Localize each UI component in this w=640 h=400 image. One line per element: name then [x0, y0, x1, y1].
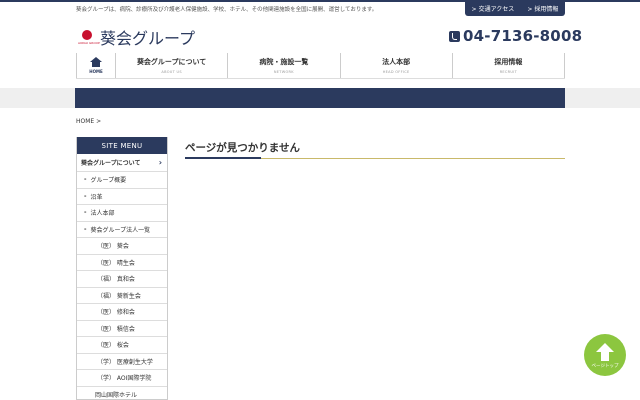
- gnav-about-en: ABOUT US: [161, 70, 182, 74]
- site-menu-item-label: 葵会グループ法人一覧: [90, 226, 151, 234]
- logo-text: 葵会グループ: [100, 29, 196, 48]
- site-menu-item-label: （学） 医療創生大学: [97, 358, 153, 366]
- site-menu-item-university[interactable]: （学） 医療創生大学: [77, 354, 167, 370]
- global-nav: HOME 葵会グループについて ABOUT US 病院・施設一覧 NETWORK…: [76, 53, 565, 79]
- site-logo[interactable]: AOIKAI GROUP 葵会グループ: [78, 25, 195, 49]
- logo-mark-icon: AOIKAI GROUP: [78, 28, 100, 46]
- site-menu-title: SITE MENU: [77, 137, 167, 154]
- chevron-right-icon: >: [471, 5, 477, 13]
- site-menu-item-corporations[interactable]: - 葵会グループ法人一覧: [77, 222, 167, 238]
- hero-band: [75, 88, 565, 108]
- site-menu-item-sakurakai[interactable]: （医） 桜会: [77, 337, 167, 354]
- gnav-head-office-en: HEAD OFFICE: [382, 70, 410, 74]
- dash-icon: -: [84, 209, 87, 217]
- page-top-label: ページトップ: [591, 364, 619, 369]
- gnav-home[interactable]: HOME: [76, 53, 116, 78]
- gnav-home-label: HOME: [89, 69, 103, 74]
- site-menu-item-label: （医） 桜会: [97, 342, 129, 350]
- gnav-network-label: 病院・施設一覧: [259, 58, 309, 66]
- site-menu-item-label: （福） 葵新生会: [97, 292, 141, 300]
- top-links-bar: > 交通アクセス > 採用情報: [465, 0, 565, 16]
- site-menu-item-head-office[interactable]: - 法人本部: [77, 205, 167, 222]
- site-menu-item-sekishinkai[interactable]: （医） 積信会: [77, 321, 167, 337]
- site-menu-item-aoi-academy[interactable]: （学） AOI国際学院: [77, 370, 167, 387]
- top-link-access-label: 交通アクセス: [478, 5, 515, 13]
- dash-icon: -: [84, 225, 87, 233]
- site-menu-item-about[interactable]: 葵会グループについて ›: [77, 154, 167, 172]
- gnav-head-office-label: 法人本部: [382, 58, 411, 66]
- site-menu-item-aoishinseikai[interactable]: （福） 葵新生会: [77, 288, 167, 304]
- site-menu: SITE MENU 葵会グループについて › - グループ概要 - 沿革 - 法人本部 …: [76, 137, 168, 400]
- page-top-button[interactable]: ページトップ: [584, 334, 626, 376]
- site-menu-item-label: 沿革: [90, 193, 103, 201]
- header-tagline: 葵会グループは、病院、診療所及び介護老人保健施設、学校、ホテル、その他関連施設を…: [76, 7, 378, 13]
- dash-icon: -: [84, 176, 87, 184]
- gnav-recruit-en: RECRUIT: [499, 70, 518, 74]
- site-menu-item-seiseikai[interactable]: （医） 晴生会: [77, 255, 167, 271]
- site-menu-item-label: グループ概要: [90, 177, 127, 185]
- page-title: ページが見つかりません: [185, 142, 300, 154]
- dash-icon: -: [84, 192, 87, 200]
- gnav-head-office[interactable]: 法人本部 HEAD OFFICE: [341, 53, 453, 78]
- arrow-up-icon: [596, 343, 614, 361]
- gnav-network-en: NETWORK: [273, 70, 294, 74]
- phone-number: 04-7136-8008: [463, 27, 583, 45]
- gnav-recruit[interactable]: 採用情報 RECRUIT: [453, 53, 565, 78]
- site-menu-item-label: （福） 真和会: [97, 276, 135, 284]
- gnav-about[interactable]: 葵会グループについて ABOUT US: [116, 53, 229, 78]
- home-icon: [90, 57, 102, 67]
- site-menu-item-label: 葵会グループについて: [81, 160, 141, 167]
- site-menu-item-okayama-hotel[interactable]: 岡山国際ホテル: [77, 387, 167, 400]
- site-menu-item-label: 法人本部: [90, 210, 115, 218]
- site-menu-item-label: （医） 修和会: [97, 309, 135, 317]
- site-menu-item-history[interactable]: - 沿革: [77, 189, 167, 205]
- site-menu-item-label: （医） 積信会: [97, 325, 135, 333]
- top-link-recruit[interactable]: > 採用情報: [527, 4, 558, 13]
- logo-sub: AOIKAI GROUP: [78, 41, 100, 45]
- site-menu-item-shuwakai[interactable]: （医） 修和会: [77, 304, 167, 321]
- site-menu-item-label: 岡山国際ホテル: [95, 391, 138, 399]
- breadcrumb[interactable]: HOME >: [76, 118, 101, 125]
- gnav-about-label: 葵会グループについて: [136, 58, 207, 66]
- gnav-network[interactable]: 病院・施設一覧 NETWORK: [228, 53, 341, 78]
- phone-contact[interactable]: 04-7136-8008: [449, 27, 582, 45]
- chevron-right-icon: ›: [158, 158, 162, 167]
- gnav-recruit-label: 採用情報: [494, 58, 523, 66]
- site-menu-item-label: （学） AOI国際学院: [97, 375, 152, 383]
- title-underline-accent: [185, 157, 261, 159]
- phone-icon: [449, 30, 460, 42]
- site-menu-item-aoikai[interactable]: （医） 葵会: [77, 238, 167, 255]
- chevron-right-icon: >: [527, 5, 533, 13]
- site-menu-item-label: （医） 晴生会: [97, 259, 135, 267]
- top-link-access[interactable]: > 交通アクセス: [472, 4, 515, 13]
- top-link-recruit-label: 採用情報: [534, 5, 559, 13]
- site-menu-item-overview[interactable]: - グループ概要: [77, 172, 167, 189]
- site-menu-item-label: （医） 葵会: [97, 243, 129, 251]
- site-menu-item-shinwakai[interactable]: （福） 真和会: [77, 271, 167, 288]
